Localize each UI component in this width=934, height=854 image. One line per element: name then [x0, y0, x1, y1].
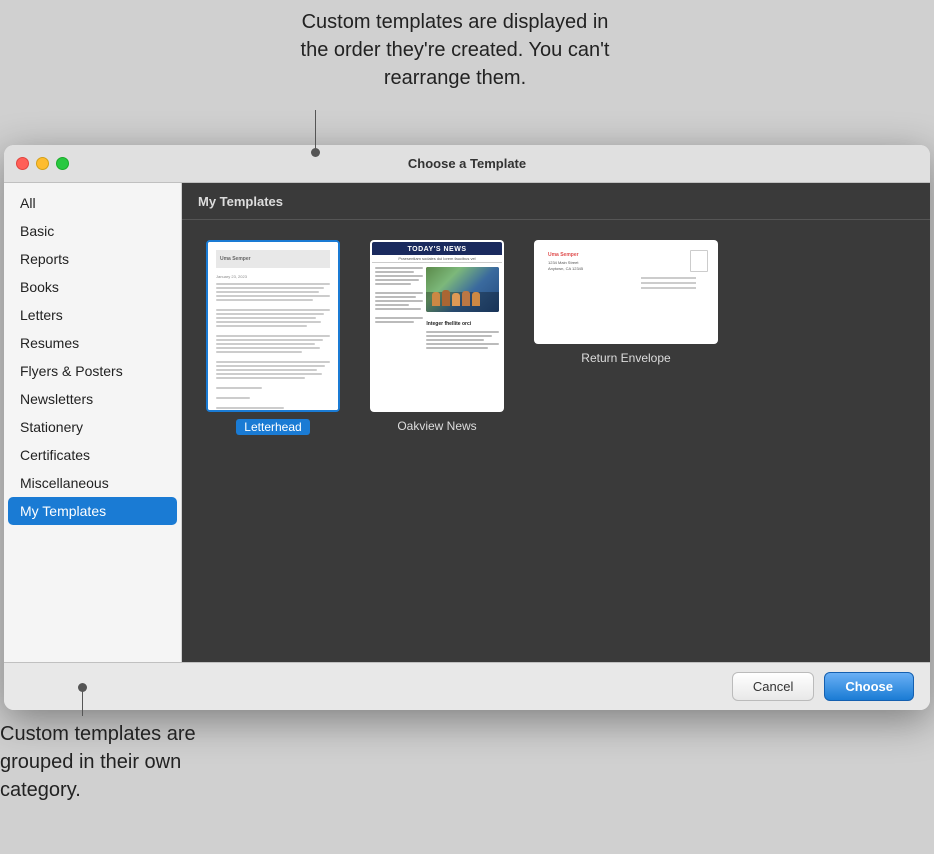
- fullscreen-button[interactable]: [56, 157, 69, 170]
- sidebar-item-certificates[interactable]: Certificates: [4, 441, 181, 469]
- sidebar-item-miscellaneous[interactable]: Miscellaneous: [4, 469, 181, 497]
- template-label-return-envelope: Return Envelope: [581, 351, 670, 365]
- title-bar: Choose a Template: [4, 145, 930, 183]
- content-header: My Templates: [182, 183, 930, 220]
- sidebar-item-all[interactable]: All: [4, 189, 181, 217]
- sidebar-item-reports[interactable]: Reports: [4, 245, 181, 273]
- minimize-button[interactable]: [36, 157, 49, 170]
- annotation-top: Custom templates are displayed in the or…: [290, 8, 620, 92]
- main-content: All Basic Reports Books Letters Resumes …: [4, 183, 930, 662]
- annotation-bottom-text: Custom templates are grouped in their ow…: [0, 723, 196, 801]
- annotation-bottom: Custom templates are grouped in their ow…: [0, 720, 200, 804]
- sidebar-item-books[interactable]: Books: [4, 273, 181, 301]
- traffic-lights: [16, 157, 69, 170]
- sidebar-item-newsletters[interactable]: Newsletters: [4, 385, 181, 413]
- annotation-top-text: Custom templates are displayed in the or…: [301, 11, 610, 89]
- template-label-letterhead: Letterhead: [236, 419, 309, 435]
- template-letterhead[interactable]: Uma Semper January 23, 2023: [206, 240, 340, 435]
- sidebar-item-basic[interactable]: Basic: [4, 217, 181, 245]
- sidebar-item-my-templates[interactable]: My Templates: [8, 497, 177, 525]
- template-return-envelope[interactable]: Uma Semper 1234 Main Street Anytown, CA …: [534, 240, 718, 435]
- template-oakview-news[interactable]: TODAY'S NEWS Praesentiam sodales dui lor…: [370, 240, 504, 435]
- cancel-button[interactable]: Cancel: [732, 672, 814, 701]
- close-button[interactable]: [16, 157, 29, 170]
- choose-button[interactable]: Choose: [824, 672, 914, 701]
- callout-dot-bottom: [78, 683, 87, 692]
- sidebar-item-stationery[interactable]: Stationery: [4, 413, 181, 441]
- template-thumb-oakview-news: TODAY'S NEWS Praesentiam sodales dui lor…: [370, 240, 504, 412]
- sidebar: All Basic Reports Books Letters Resumes …: [4, 183, 182, 662]
- window-title: Choose a Template: [408, 156, 526, 171]
- callout-line-top: [315, 110, 316, 150]
- main-window: Choose a Template All Basic Reports Book…: [4, 145, 930, 710]
- sidebar-item-letters[interactable]: Letters: [4, 301, 181, 329]
- callout-dot-top: [311, 148, 320, 157]
- template-thumb-letterhead: Uma Semper January 23, 2023: [206, 240, 340, 412]
- content-area: My Templates Uma Semper January 23, 2023: [182, 183, 930, 662]
- section-label: My Templates: [198, 194, 283, 209]
- sidebar-item-resumes[interactable]: Resumes: [4, 329, 181, 357]
- template-thumb-return-envelope: Uma Semper 1234 Main Street Anytown, CA …: [534, 240, 718, 344]
- bottom-bar: Cancel Choose: [4, 662, 930, 710]
- templates-grid: Uma Semper January 23, 2023: [182, 220, 930, 662]
- template-label-oakview-news: Oakview News: [397, 419, 476, 433]
- sidebar-item-flyers[interactable]: Flyers & Posters: [4, 357, 181, 385]
